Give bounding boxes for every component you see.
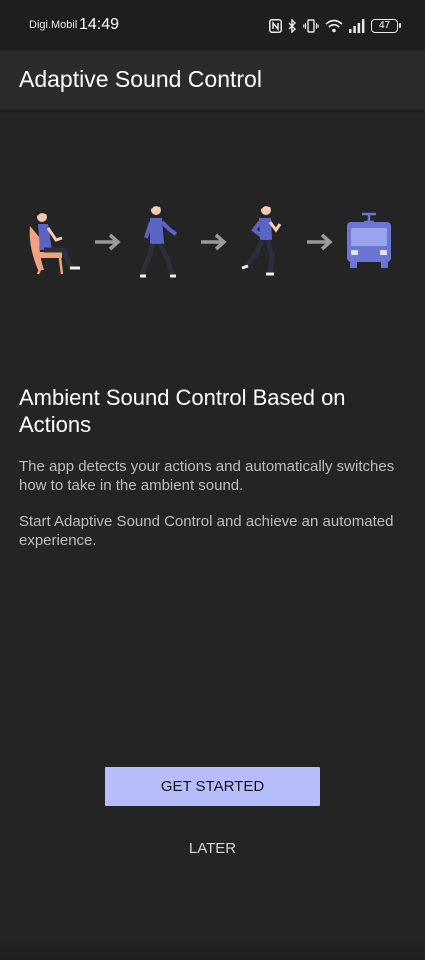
nfc-icon xyxy=(269,19,282,33)
carrier-name: Digi.Mobil xyxy=(29,19,78,31)
wifi-icon xyxy=(325,19,343,33)
activity-illustration xyxy=(29,203,391,278)
signal-icon xyxy=(349,19,365,33)
status-bar: Digi.Mobil 14:49 47 xyxy=(0,0,425,50)
battery-icon: 47 xyxy=(371,19,401,33)
navigation-bar xyxy=(0,938,425,960)
status-time: 14:49 xyxy=(79,16,120,33)
headline: Ambient Sound Control Based on Actions xyxy=(19,385,346,437)
sitting-person-icon xyxy=(29,210,80,275)
description-paragraph: The app detects your actions and automat… xyxy=(19,458,395,494)
running-person-icon xyxy=(241,203,282,276)
page-title: Adaptive Sound Control xyxy=(19,66,262,92)
get-started-button[interactable]: GET STARTED xyxy=(105,767,320,806)
status-icons: 47 xyxy=(269,16,401,36)
arrow-right-icon xyxy=(307,233,333,251)
later-button[interactable]: LATER xyxy=(140,832,285,866)
bus-icon xyxy=(347,212,391,268)
arrow-right-icon xyxy=(201,233,227,251)
app-bar: Adaptive Sound Control xyxy=(0,50,425,110)
walking-person-icon xyxy=(139,203,178,278)
bluetooth-icon xyxy=(288,19,297,33)
arrow-right-icon xyxy=(95,233,121,251)
description-paragraph: Start Adaptive Sound Control and achieve… xyxy=(19,513,394,549)
vibrate-icon xyxy=(303,19,319,33)
